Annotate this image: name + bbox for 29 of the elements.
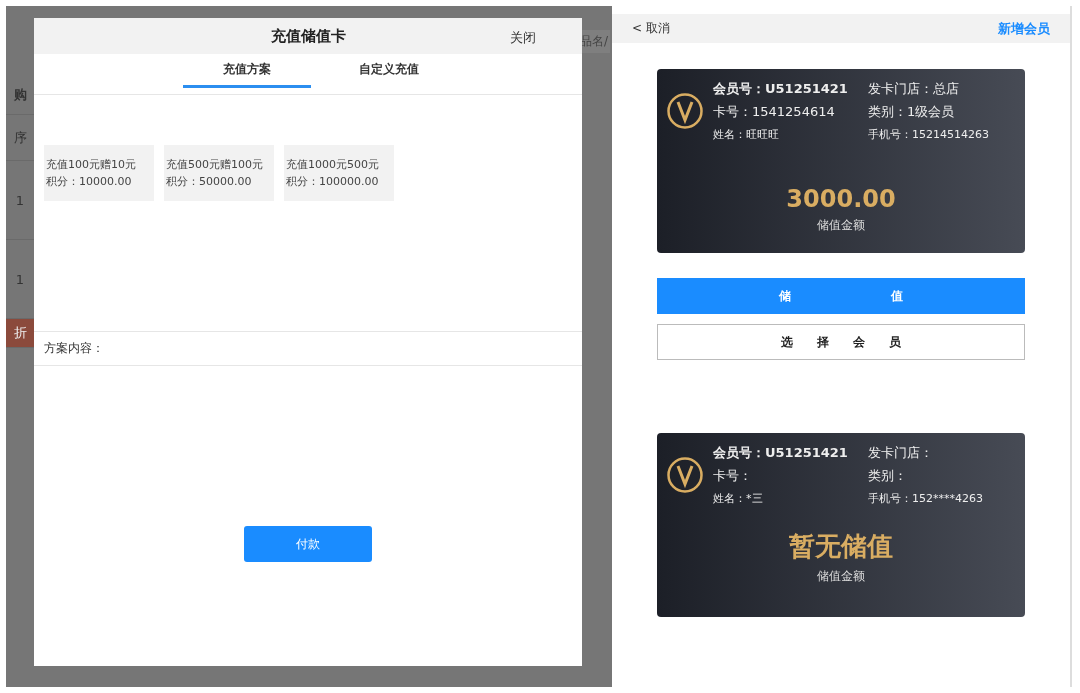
plan-content-label: 方案内容： [44,340,104,357]
member-name: 姓名：*三 [713,491,764,507]
card-number: 卡号： [713,467,753,484]
member-name: 姓名：旺旺旺 [713,127,780,143]
v-logo-icon [666,456,704,494]
dialog-title: 充值储值卡 [270,26,346,46]
balance-amount: 暂无储值 [789,530,893,563]
recharge-plan[interactable]: 充值500元赠100元 积分：50000.00 [164,145,274,201]
member-category: 类别：1级会员 [868,103,956,120]
recharge-plan[interactable]: 充值100元赠10元 积分：10000.00 [44,145,154,201]
tab[interactable]: 充值方案 [183,54,311,88]
member-number: 会员号：U51251421 [713,80,849,97]
phone-number: 手机号：152****4263 [868,491,984,507]
balance-label: 储值金额 [817,217,865,234]
issuing-store: 发卡门店：总店 [868,80,960,97]
balance-amount: 3000.00 [786,185,896,213]
select-member-button[interactable]: 选择会员 [657,324,1025,360]
background-text: 折 [6,319,34,348]
member-number: 会员号：U51251421 [713,444,849,461]
tab[interactable]: 自定义充值 [325,54,453,88]
phone-number: 手机号：15214514263 [868,127,990,143]
balance-label: 储值金额 [817,568,865,585]
v-logo-icon [666,92,704,130]
issuing-store: 发卡门店： [868,444,934,461]
cancel-link[interactable]: < 取消 [632,20,670,37]
card-number: 卡号：1541254614 [713,103,836,120]
recharge-plan[interactable]: 充值1000元500元 积分：100000.00 [284,145,394,201]
member-category: 类别： [868,467,908,484]
close-button[interactable]: 关闭 [508,27,538,49]
